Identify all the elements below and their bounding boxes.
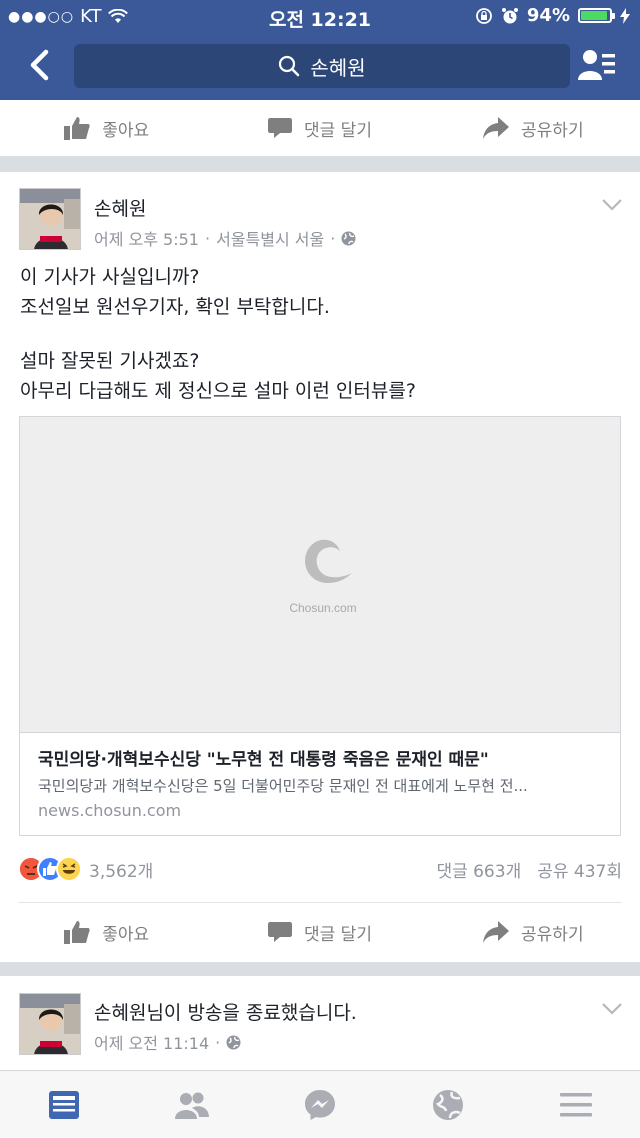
haha-reaction-icon [56, 856, 82, 882]
comment-button[interactable]: 댓글 달기 [213, 116, 426, 141]
reactions[interactable]: 3,562개 [18, 856, 153, 882]
like-button[interactable]: 좋아요 [0, 116, 213, 141]
post-line: 설마 잘못된 기사겠죠? [20, 350, 200, 372]
friend-requests-icon[interactable] [578, 48, 616, 82]
post-actions: 좋아요 댓글 달기 공유하기 [0, 904, 640, 960]
feed-divider [0, 156, 640, 172]
menu-icon [560, 1092, 592, 1116]
post-time[interactable]: 어제 오전 11:14 [94, 1030, 209, 1054]
share-icon [483, 117, 510, 139]
meta-separator: · [330, 228, 336, 248]
meta-separator: · [204, 228, 211, 248]
link-description: 국민의당과 개혁보수신당은 5일 더불어민주당 문재인 전 대표에게 노무현 전… [38, 777, 528, 795]
like-icon [64, 117, 90, 140]
back-icon[interactable] [22, 47, 58, 83]
link-preview-card[interactable]: Chosun.com 국민의당·개혁보수신당 "노무현 전 대통령 죽음은 문재… [19, 416, 621, 836]
post-text: 이 기사가 사실입니까? 조선일보 원선우기자, 확인 부탁합니다. 설마 잘못… [20, 262, 620, 406]
post-line: 이 기사가 사실입니까? [20, 266, 200, 288]
post-line: 조선일보 원선우기자, 확인 부탁합니다. [20, 296, 330, 318]
rotation-lock-icon [476, 7, 492, 24]
share-count[interactable]: 공유 437회 [537, 857, 622, 882]
avatar-photo [20, 189, 80, 249]
chosun-logo: Chosun.com [278, 529, 368, 629]
chevron-down-icon[interactable] [601, 1002, 623, 1016]
like-icon [64, 921, 90, 944]
comment-count[interactable]: 댓글 663개 [436, 857, 521, 882]
tab-notifications[interactable] [384, 1071, 512, 1138]
battery-icon [578, 8, 615, 23]
feed-divider [0, 962, 640, 976]
logo-text: Chosun.com [289, 601, 357, 615]
tab-more[interactable] [512, 1071, 640, 1138]
meta-separator: · [215, 1032, 221, 1052]
tab-news-feed[interactable] [0, 1071, 128, 1138]
avatar[interactable] [19, 993, 81, 1055]
share-button[interactable]: 공유하기 [427, 116, 640, 141]
avatar[interactable] [19, 188, 81, 250]
next-post-meta: 어제 오전 11:14 · [94, 1030, 241, 1054]
reaction-count: 3,562개 [89, 861, 154, 882]
like-button[interactable]: 좋아요 [0, 920, 213, 945]
post-time[interactable]: 어제 오후 5:51 [94, 226, 199, 250]
post-meta: 어제 오후 5:51 · 서울특별시 서울 · [94, 226, 356, 250]
search-query: 손혜원 [310, 55, 366, 80]
link-title[interactable]: 국민의당·개혁보수신당 "노무현 전 대통령 죽음은 문재인 때문" [38, 745, 608, 770]
divider [18, 902, 622, 903]
comment-icon [268, 118, 292, 138]
news-feed-icon [49, 1090, 79, 1119]
friends-icon [175, 1092, 209, 1119]
charging-icon [620, 7, 630, 24]
post-line: 아무리 다급해도 제 정신으로 설마 이런 인터뷰를? [20, 380, 416, 402]
globe-icon [341, 231, 356, 245]
bottom-tab-bar [0, 1070, 640, 1138]
avatar-photo [20, 994, 80, 1054]
comment-button[interactable]: 댓글 달기 [213, 920, 426, 945]
tab-messenger[interactable] [256, 1071, 384, 1138]
search-bar[interactable]: 손혜원 [74, 44, 570, 88]
search-icon [279, 55, 300, 77]
share-button[interactable]: 공유하기 [427, 920, 640, 945]
post-author[interactable]: 손혜원 [94, 194, 146, 221]
globe-notifications-icon [433, 1089, 463, 1120]
tab-friends[interactable] [128, 1071, 256, 1138]
alarm-icon [501, 7, 518, 23]
battery-percent: 94% [526, 5, 570, 26]
messenger-icon [305, 1089, 335, 1120]
comment-icon [268, 922, 292, 942]
share-icon [483, 921, 510, 943]
top-bar: ●●●○○ KT 오전 12:21 94% 손혜원 [0, 0, 640, 100]
next-post-text[interactable]: 손혜원님이 방송을 종료했습니다. [94, 998, 357, 1025]
reaction-summary: 3,562개 댓글 663개 공유 437회 [18, 852, 622, 886]
status-bar: ●●●○○ KT 오전 12:21 94% [0, 0, 640, 32]
chevron-down-icon[interactable] [601, 198, 623, 212]
link-image[interactable]: Chosun.com [20, 417, 620, 733]
post-location[interactable]: 서울특별시 서울 [216, 226, 324, 250]
globe-icon [226, 1035, 241, 1049]
link-source: news.chosun.com [38, 801, 182, 820]
previous-post-actions: 좋아요 댓글 달기 공유하기 [0, 100, 640, 156]
